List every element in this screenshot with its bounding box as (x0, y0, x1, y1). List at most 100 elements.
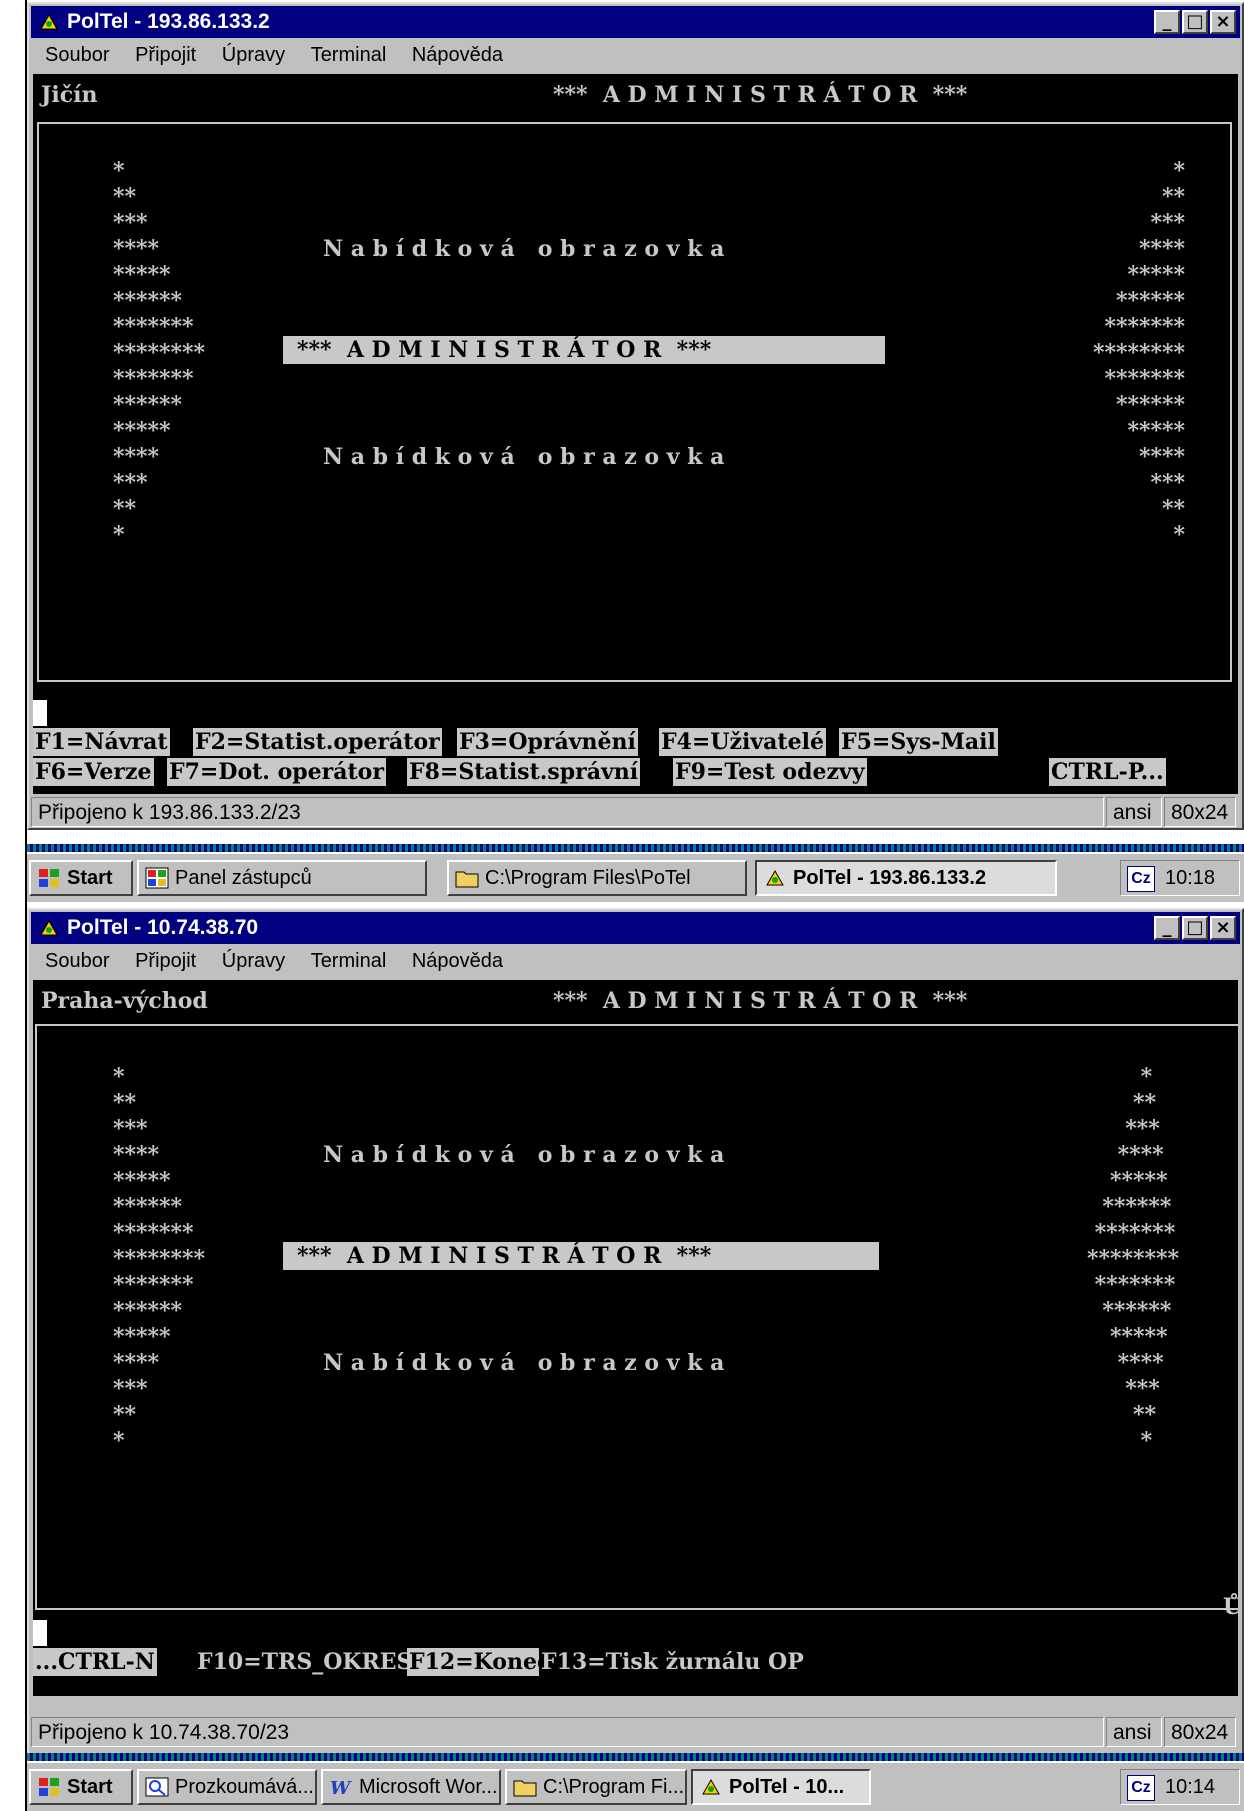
close-icon: × (1215, 917, 1231, 938)
minimize-icon: _ (1162, 11, 1172, 32)
taskbar-program-files[interactable]: C:\Program Fi... (505, 1769, 687, 1805)
fkey-f7[interactable]: F7=Dot. operátor (167, 758, 386, 786)
menu-frame (35, 1024, 1238, 1610)
fkey-f10[interactable]: F10=TRS_OKRES (195, 1648, 415, 1676)
terminal-mode: ansi (1106, 1717, 1162, 1747)
fkey-f8[interactable]: F8=Statist.správní (407, 758, 641, 786)
fkey-f4[interactable]: F4=Uživatelé (659, 728, 826, 756)
header-title: *** A D M I N I S T R Á T O R *** (553, 988, 968, 1014)
taskbar-label: Microsoft Wor... (359, 1776, 498, 1798)
fkey-f13[interactable]: F13=Tisk žurnálu OP (539, 1648, 806, 1676)
language-indicator[interactable]: Cz (1127, 866, 1155, 892)
taskbar-poltel-1[interactable]: PolTel - 193.86.133.2 (755, 860, 1057, 896)
fkey-f2[interactable]: F2=Statist.operátor (193, 728, 442, 756)
desktop-stripe (27, 1753, 1244, 1761)
star-art-left: * ** *** **** ***** ****** ******* *****… (113, 158, 206, 548)
fkey-f9[interactable]: F9=Test odezvy (673, 758, 867, 786)
menu-bar: Soubor Připojit Úpravy Terminal Nápověda (31, 40, 1240, 70)
connection-status: Připojeno k 193.86.133.2/23 (31, 797, 1104, 827)
text-cursor (33, 1620, 47, 1646)
taskbar-label: PolTel - 193.86.133.2 (793, 867, 987, 889)
menu-soubor[interactable]: Soubor (45, 946, 110, 976)
window-title: PolTel - 10.74.38.70 (67, 916, 259, 939)
menu-soubor[interactable]: Soubor (45, 40, 110, 70)
menu-terminal[interactable]: Terminal (311, 40, 387, 70)
screenshot-top: PolTel - 193.86.133.2 _ □ × Soubor Připo… (27, 0, 1244, 905)
maximize-button[interactable]: □ (1182, 10, 1208, 34)
fkey-f6[interactable]: F6=Verze (33, 758, 154, 786)
fkey-ctrl-n[interactable]: ...CTRL-N (33, 1648, 157, 1676)
menu-pripojit[interactable]: Připojit (135, 946, 196, 976)
desktop-left-edge (0, 0, 27, 1811)
terminal-size: 80x24 (1164, 797, 1236, 827)
folder-icon (455, 871, 479, 888)
panel-icon (145, 867, 169, 889)
menu-napoveda[interactable]: Nápověda (412, 40, 503, 70)
minimize-button[interactable]: _ (1154, 916, 1180, 940)
fkey-f12[interactable]: F12=Konec (407, 1648, 553, 1676)
admin-banner: *** A D M I N I S T R Á T O R *** (283, 1242, 879, 1270)
menu-upravy[interactable]: Úpravy (222, 946, 285, 976)
system-tray: Cz 10:14 (1120, 1769, 1240, 1805)
fkey-f5[interactable]: F5=Sys-Mail (839, 728, 998, 756)
poltel-app-icon (40, 13, 58, 30)
edge-char: Ů (1223, 1594, 1238, 1620)
folder-icon (513, 1780, 537, 1797)
status-bar: Připojeno k 193.86.133.2/23 ansi 80x24 (31, 794, 1240, 830)
explorer-icon (145, 1777, 169, 1797)
menu-pripojit[interactable]: Připojit (135, 40, 196, 70)
connection-status: Připojeno k 10.74.38.70/23 (31, 1717, 1104, 1747)
close-button[interactable]: × (1210, 916, 1236, 940)
desktop-stripe (27, 844, 1244, 852)
menu-bar: Soubor Připojit Úpravy Terminal Nápověda (31, 946, 1240, 976)
maximize-button[interactable]: □ (1182, 916, 1208, 940)
menu-caption-bottom: N a b í d k o v á o b r a z o v k a (323, 444, 725, 470)
fkey-f3[interactable]: F3=Oprávnění (457, 728, 638, 756)
header-title: *** A D M I N I S T R Á T O R *** (553, 82, 968, 108)
start-button[interactable]: Start (29, 860, 133, 896)
admin-banner-text: *** A D M I N I S T R Á T O R *** (297, 1243, 712, 1269)
windows-logo-icon (39, 1778, 59, 1796)
title-bar[interactable]: PolTel - 10.74.38.70 _ □ × (31, 912, 1240, 944)
taskbar-bottom: Start Prozkoumává... W Microsoft Wor... … (27, 1753, 1244, 1811)
star-art-right: * ** *** **** ***** ****** ******* *****… (1093, 158, 1186, 548)
terminal-screen[interactable]: Jičín *** A D M I N I S T R Á T O R *** … (33, 74, 1238, 794)
minimize-button[interactable]: _ (1154, 10, 1180, 34)
taskbar-word[interactable]: W Microsoft Wor... (321, 1769, 501, 1805)
language-indicator[interactable]: Cz (1127, 1775, 1155, 1801)
screenshot-bottom: PolTel - 10.74.38.70 _ □ × Soubor Připoj… (27, 906, 1244, 1811)
district-name: Praha-východ (41, 988, 208, 1014)
poltel-app-icon (40, 919, 58, 936)
maximize-icon: □ (1186, 917, 1204, 938)
windows-logo-icon (39, 869, 59, 887)
taskbar-label: Prozkoumává... (175, 1776, 314, 1798)
start-button[interactable]: Start (29, 1769, 133, 1805)
maximize-icon: □ (1186, 11, 1204, 32)
fkey-ctrl-p[interactable]: CTRL-P... (1049, 758, 1166, 786)
svg-text:W: W (330, 1778, 352, 1798)
poltel-app-icon (702, 1778, 720, 1795)
menu-upravy[interactable]: Úpravy (222, 40, 285, 70)
fkey-f1[interactable]: F1=Návrat (33, 728, 170, 756)
taskbar-program-files[interactable]: C:\Program Files\PoTel (447, 860, 747, 896)
window-title: PolTel - 193.86.133.2 (67, 10, 270, 33)
close-icon: × (1215, 11, 1231, 32)
poltel-window-1: PolTel - 193.86.133.2 _ □ × Soubor Připo… (27, 2, 1244, 830)
clock: 10:18 (1165, 867, 1216, 889)
terminal-mode: ansi (1106, 797, 1162, 827)
word-icon: W (330, 1778, 352, 1798)
district-name: Jičín (41, 82, 98, 108)
menu-frame (37, 122, 1232, 682)
menu-napoveda[interactable]: Nápověda (412, 946, 503, 976)
title-bar[interactable]: PolTel - 193.86.133.2 _ □ × (31, 6, 1240, 38)
taskbar-panel-zastupcu[interactable]: Panel zástupců (137, 860, 427, 896)
terminal-screen[interactable]: Praha-východ *** A D M I N I S T R Á T O… (33, 980, 1238, 1696)
taskbar-explorer[interactable]: Prozkoumává... (137, 1769, 317, 1805)
menu-terminal[interactable]: Terminal (311, 946, 387, 976)
minimize-icon: _ (1162, 917, 1172, 938)
system-tray: Cz 10:18 (1120, 860, 1240, 896)
menu-caption-top: N a b í d k o v á o b r a z o v k a (323, 236, 725, 262)
text-cursor (33, 700, 47, 726)
close-button[interactable]: × (1210, 10, 1236, 34)
taskbar-poltel-2[interactable]: PolTel - 10... (691, 1769, 871, 1805)
